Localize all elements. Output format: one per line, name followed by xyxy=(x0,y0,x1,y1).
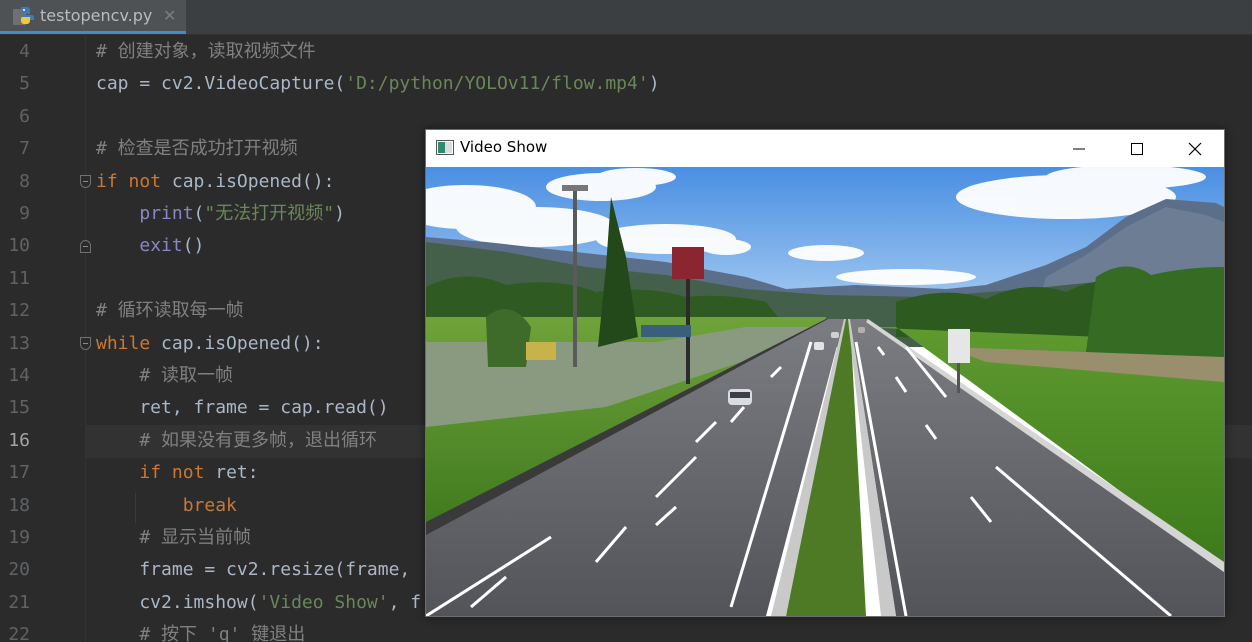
code-text: if not ret: xyxy=(139,462,259,484)
code-text: exit() xyxy=(139,235,205,257)
code-text: ret, frame = cap.read() xyxy=(96,397,389,419)
minimize-icon xyxy=(1073,148,1085,150)
code-text: if not cap.isOpened(): xyxy=(96,170,335,192)
line-number: 17 xyxy=(8,462,30,484)
code-text: # 读取一帧 xyxy=(139,365,234,386)
line-number: 6 xyxy=(19,105,30,127)
code-text: break xyxy=(182,494,237,516)
python-file-icon xyxy=(13,7,34,25)
editor-tab-bar: testopencv.py ✕ xyxy=(0,0,1252,35)
close-icon[interactable]: ✕ xyxy=(163,6,176,25)
line-number: 20 xyxy=(8,559,30,581)
code-line[interactable]: 6 xyxy=(0,100,1252,133)
code-text: # 检查是否成功打开视频 xyxy=(96,138,298,160)
line-number: 15 xyxy=(8,397,30,419)
line-number: 8 xyxy=(19,170,30,192)
maximize-icon xyxy=(1131,143,1143,155)
line-number: 5 xyxy=(19,73,30,95)
code-line[interactable]: 5 cap = cv2.VideoCapture('D:/python/YOLOv… xyxy=(0,67,1252,100)
tab-filename: testopencv.py xyxy=(40,6,153,25)
code-text: while cap.isOpened(): xyxy=(96,332,324,354)
line-number: 22 xyxy=(8,624,30,642)
code-line[interactable]: 4 # 创建对象，读取视频文件 xyxy=(0,35,1252,68)
code-text: # 如果没有更多帧，退出循环 xyxy=(139,429,378,451)
line-number: 4 xyxy=(19,41,30,62)
line-number: 18 xyxy=(8,494,30,516)
maximize-button[interactable] xyxy=(1108,130,1166,167)
line-number: 9 xyxy=(19,203,30,224)
code-text: cap = cv2.VideoCapture('D:/python/YOLOv1… xyxy=(96,73,660,95)
code-text: # 按下 'q' 键退出 xyxy=(139,624,306,642)
code-text: print("无法打开视频") xyxy=(139,203,345,224)
code-text: # 创建对象，读取视频文件 xyxy=(96,41,316,62)
code-text: cv2.imshow('Video Show', f xyxy=(96,591,422,613)
window-titlebar[interactable]: Video Show xyxy=(426,130,1224,167)
code-text: # 循环读取每一帧 xyxy=(96,300,244,322)
line-number: 12 xyxy=(8,300,30,322)
close-icon xyxy=(1188,142,1202,156)
line-number: 10 xyxy=(8,235,30,257)
minimize-button[interactable] xyxy=(1050,130,1108,167)
line-number: 7 xyxy=(19,138,30,160)
video-show-window[interactable]: Video Show xyxy=(425,129,1225,617)
close-button[interactable] xyxy=(1166,130,1224,167)
code-text: frame = cv2.resize(frame, xyxy=(96,559,411,581)
line-number: 16 xyxy=(8,429,30,451)
line-number: 14 xyxy=(8,365,30,386)
line-number: 11 xyxy=(8,267,30,289)
line-number: 19 xyxy=(8,527,30,548)
code-text: # 显示当前帧 xyxy=(139,527,252,548)
line-number: 21 xyxy=(8,591,30,613)
code-line[interactable]: 22 # 按下 'q' 键退出 xyxy=(0,618,1252,642)
opencv-window-icon xyxy=(436,140,454,155)
highway-video-frame xyxy=(426,167,1224,616)
window-title: Video Show xyxy=(460,138,548,156)
line-number: 13 xyxy=(8,332,30,354)
video-frame xyxy=(426,167,1224,616)
tab-testopencv[interactable]: testopencv.py ✕ xyxy=(0,0,186,34)
